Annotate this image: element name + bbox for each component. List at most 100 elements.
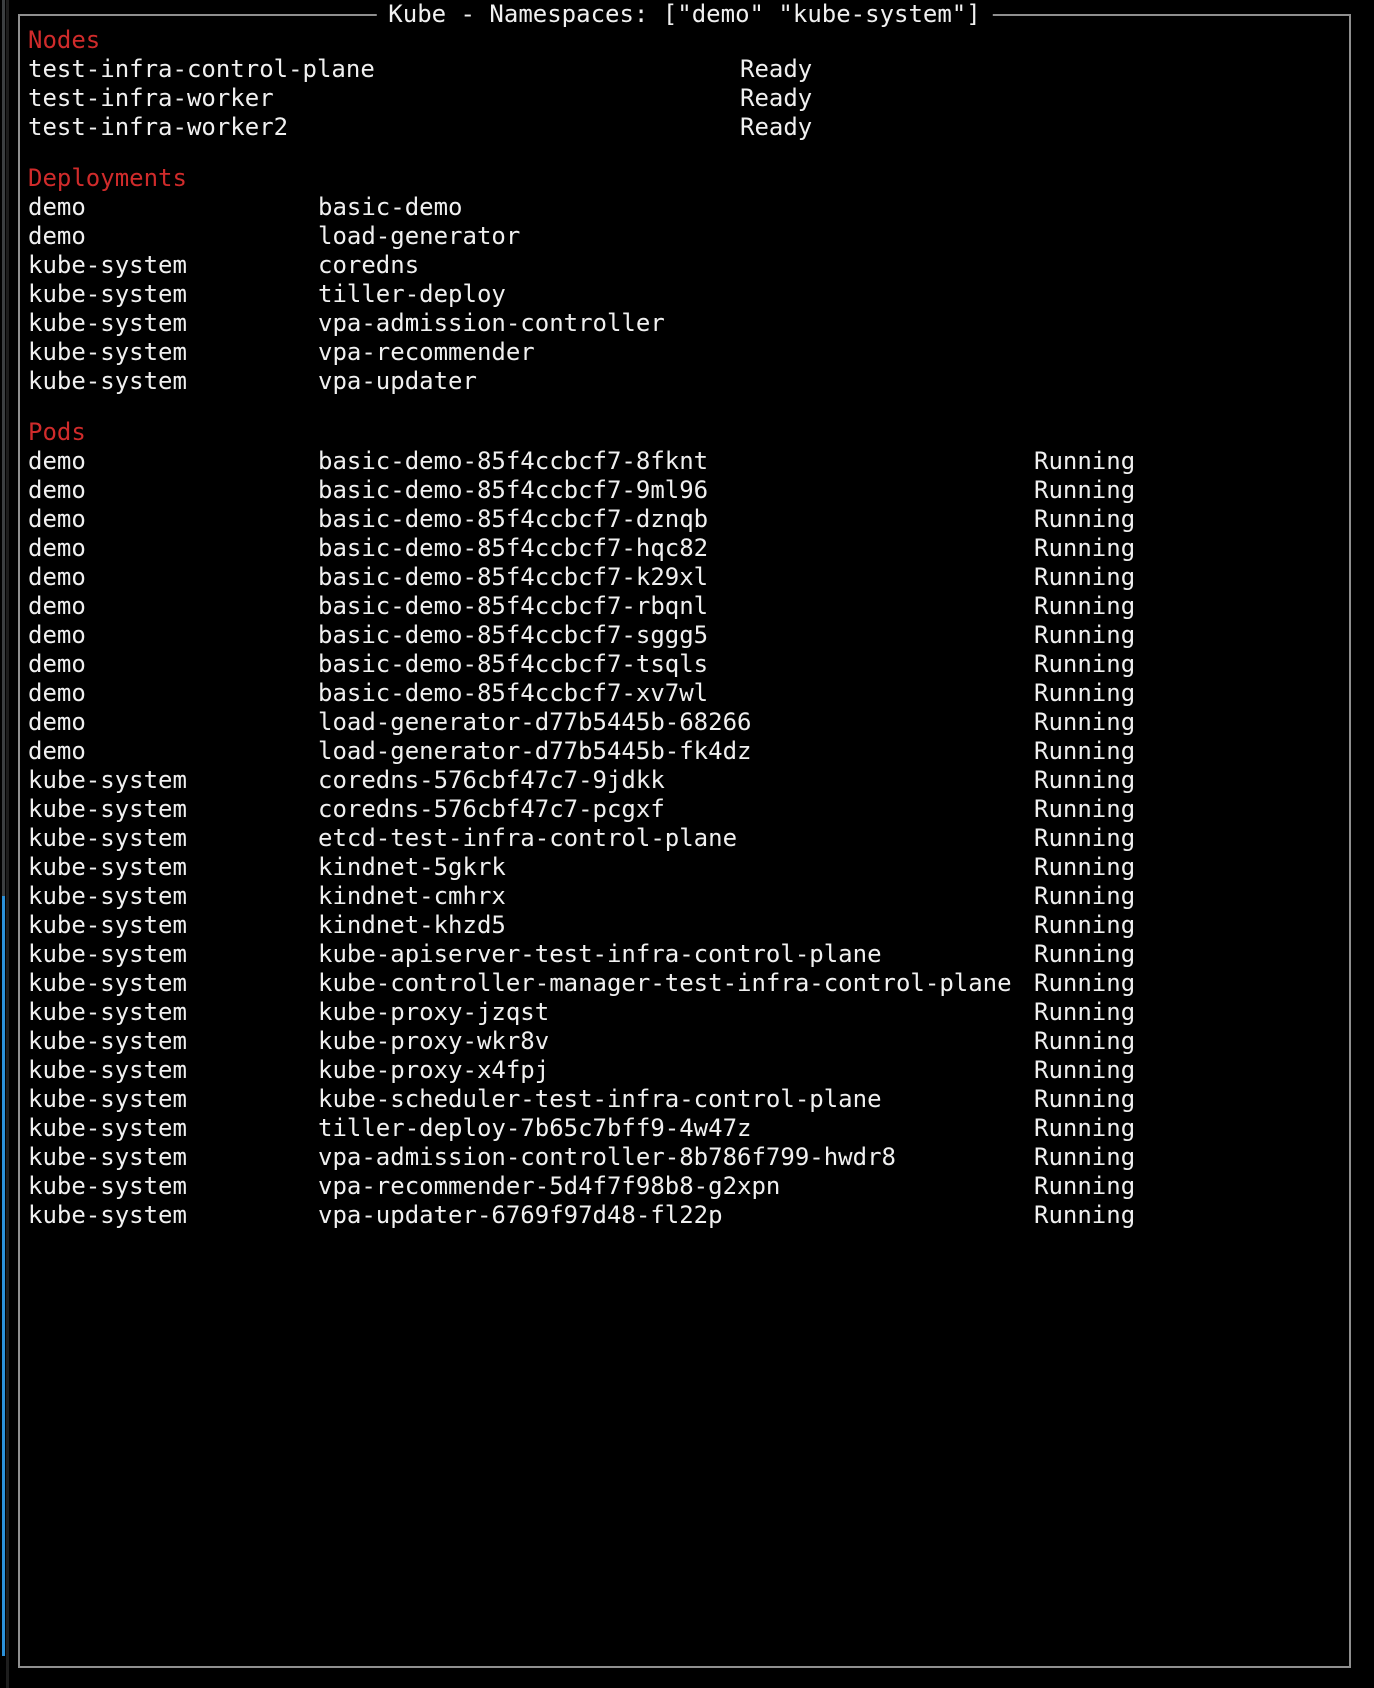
name-cell: kube-controller-manager-test-infra-contr… [318,969,1034,998]
name-cell: test-infra-worker2 [28,113,740,142]
pod-row: kube-systemkube-scheduler-test-infra-con… [28,1085,1345,1114]
status-cell: Running [1034,650,1345,679]
pod-row: demobasic-demo-85f4ccbcf7-hqc82Running [28,534,1345,563]
panel-title: Kube - Namespaces: ["demo" "kube-system"… [376,0,992,29]
status-cell: Running [1034,1027,1345,1056]
namespace-cell: kube-system [28,1172,318,1201]
pod-row: kube-systemcoredns-576cbf47c7-9jdkkRunni… [28,766,1345,795]
name-cell: kube-proxy-wkr8v [318,1027,1034,1056]
name-cell: basic-demo-85f4ccbcf7-tsqls [318,650,1034,679]
name-cell: basic-demo-85f4ccbcf7-8fknt [318,447,1034,476]
namespace-cell: demo [28,592,318,621]
deployments-list: demobasic-demodemoload-generatorkube-sys… [28,193,1345,396]
name-cell: coredns-576cbf47c7-9jdkk [318,766,1034,795]
name-cell: tiller-deploy-7b65c7bff9-4w47z [318,1114,1034,1143]
namespace-cell: demo [28,193,318,222]
namespace-cell: demo [28,222,318,251]
pod-row: demobasic-demo-85f4ccbcf7-8fkntRunning [28,447,1345,476]
namespace-cell: kube-system [28,766,318,795]
status-cell: Running [1034,940,1345,969]
pod-row: kube-systemkindnet-khzd5Running [28,911,1345,940]
pod-row: kube-systemkindnet-5gkrkRunning [28,853,1345,882]
namespace-cell: kube-system [28,795,318,824]
nodes-section: Nodes test-infra-control-planeReadytest-… [28,26,1345,142]
name-cell: kindnet-khzd5 [318,911,1034,940]
name-cell: test-infra-control-plane [28,55,740,84]
status-cell: Ready [740,55,1345,84]
deployment-row: kube-systemtiller-deploy [28,280,1345,309]
pod-row: kube-systemcoredns-576cbf47c7-pcgxfRunni… [28,795,1345,824]
namespace-cell: demo [28,679,318,708]
namespace-cell: demo [28,447,318,476]
node-row: test-infra-workerReady [28,84,1345,113]
pod-row: demobasic-demo-85f4ccbcf7-xv7wlRunning [28,679,1345,708]
pod-row: demobasic-demo-85f4ccbcf7-k29xlRunning [28,563,1345,592]
pod-row: kube-systemkube-proxy-x4fpjRunning [28,1056,1345,1085]
status-cell: Running [1034,853,1345,882]
namespace-cell: kube-system [28,1056,318,1085]
namespace-cell: kube-system [28,338,318,367]
deployment-row: kube-systemvpa-admission-controller [28,309,1345,338]
pod-row: demobasic-demo-85f4ccbcf7-9ml96Running [28,476,1345,505]
pane-scrollbar-track [2,0,5,896]
pod-row: demobasic-demo-85f4ccbcf7-sggg5Running [28,621,1345,650]
namespace-cell: demo [28,534,318,563]
name-cell: vpa-updater-6769f97d48-fl22p [318,1201,1034,1230]
pod-row: kube-systemkube-proxy-wkr8vRunning [28,1027,1345,1056]
name-cell: etcd-test-infra-control-plane [318,824,1034,853]
name-cell: test-infra-worker [28,84,740,113]
namespace-cell: demo [28,650,318,679]
namespace-cell: demo [28,476,318,505]
namespace-cell: kube-system [28,251,318,280]
pod-row: demoload-generator-d77b5445b-68266Runnin… [28,708,1345,737]
status-cell: Running [1034,1085,1345,1114]
name-cell: load-generator-d77b5445b-68266 [318,708,1034,737]
pod-row: demobasic-demo-85f4ccbcf7-dznqbRunning [28,505,1345,534]
pane-scrollbar-thumb[interactable] [2,896,5,1656]
namespace-cell: kube-system [28,367,318,396]
deployment-row: demobasic-demo [28,193,1345,222]
pod-row: kube-systemvpa-admission-controller-8b78… [28,1143,1345,1172]
status-cell: Running [1034,998,1345,1027]
pod-row: kube-systemkube-apiserver-test-infra-con… [28,940,1345,969]
status-cell: Ready [740,113,1345,142]
nodes-list: test-infra-control-planeReadytest-infra-… [28,55,1345,142]
status-cell: Running [1034,795,1345,824]
status-cell: Running [1034,824,1345,853]
pod-row: kube-systemkindnet-cmhrxRunning [28,882,1345,911]
namespace-cell: kube-system [28,998,318,1027]
name-cell: load-generator-d77b5445b-fk4dz [318,737,1034,766]
pod-row: kube-systemkube-controller-manager-test-… [28,969,1345,998]
deployments-section-header: Deployments [28,164,1345,193]
deployment-row: kube-systemvpa-recommender [28,338,1345,367]
namespace-cell: kube-system [28,969,318,998]
status-cell: Running [1034,1201,1345,1230]
name-cell: kube-proxy-x4fpj [318,1056,1034,1085]
status-cell: Running [1034,476,1345,505]
namespace-cell: demo [28,708,318,737]
pod-row: kube-systemetcd-test-infra-control-plane… [28,824,1345,853]
status-cell: Running [1034,1172,1345,1201]
namespace-cell: demo [28,563,318,592]
namespace-cell: kube-system [28,1114,318,1143]
status-cell: Running [1034,447,1345,476]
name-cell: vpa-updater [318,367,1345,396]
status-cell: Running [1034,679,1345,708]
status-cell: Running [1034,1114,1345,1143]
name-cell: vpa-admission-controller [318,309,1345,338]
kube-watch-panel: Kube - Namespaces: ["demo" "kube-system"… [18,14,1351,1668]
status-cell: Running [1034,737,1345,766]
status-cell: Running [1034,534,1345,563]
namespace-cell: demo [28,737,318,766]
name-cell: coredns [318,251,1345,280]
namespace-cell: demo [28,505,318,534]
name-cell: basic-demo-85f4ccbcf7-dznqb [318,505,1034,534]
name-cell: basic-demo-85f4ccbcf7-9ml96 [318,476,1034,505]
pod-row: demobasic-demo-85f4ccbcf7-tsqlsRunning [28,650,1345,679]
deployment-row: kube-systemvpa-updater [28,367,1345,396]
namespace-cell: demo [28,621,318,650]
deployment-row: kube-systemcoredns [28,251,1345,280]
deployment-row: demoload-generator [28,222,1345,251]
terminal-screen: Kube - Namespaces: ["demo" "kube-system"… [0,0,1374,1688]
name-cell: vpa-recommender-5d4f7f98b8-g2xpn [318,1172,1034,1201]
